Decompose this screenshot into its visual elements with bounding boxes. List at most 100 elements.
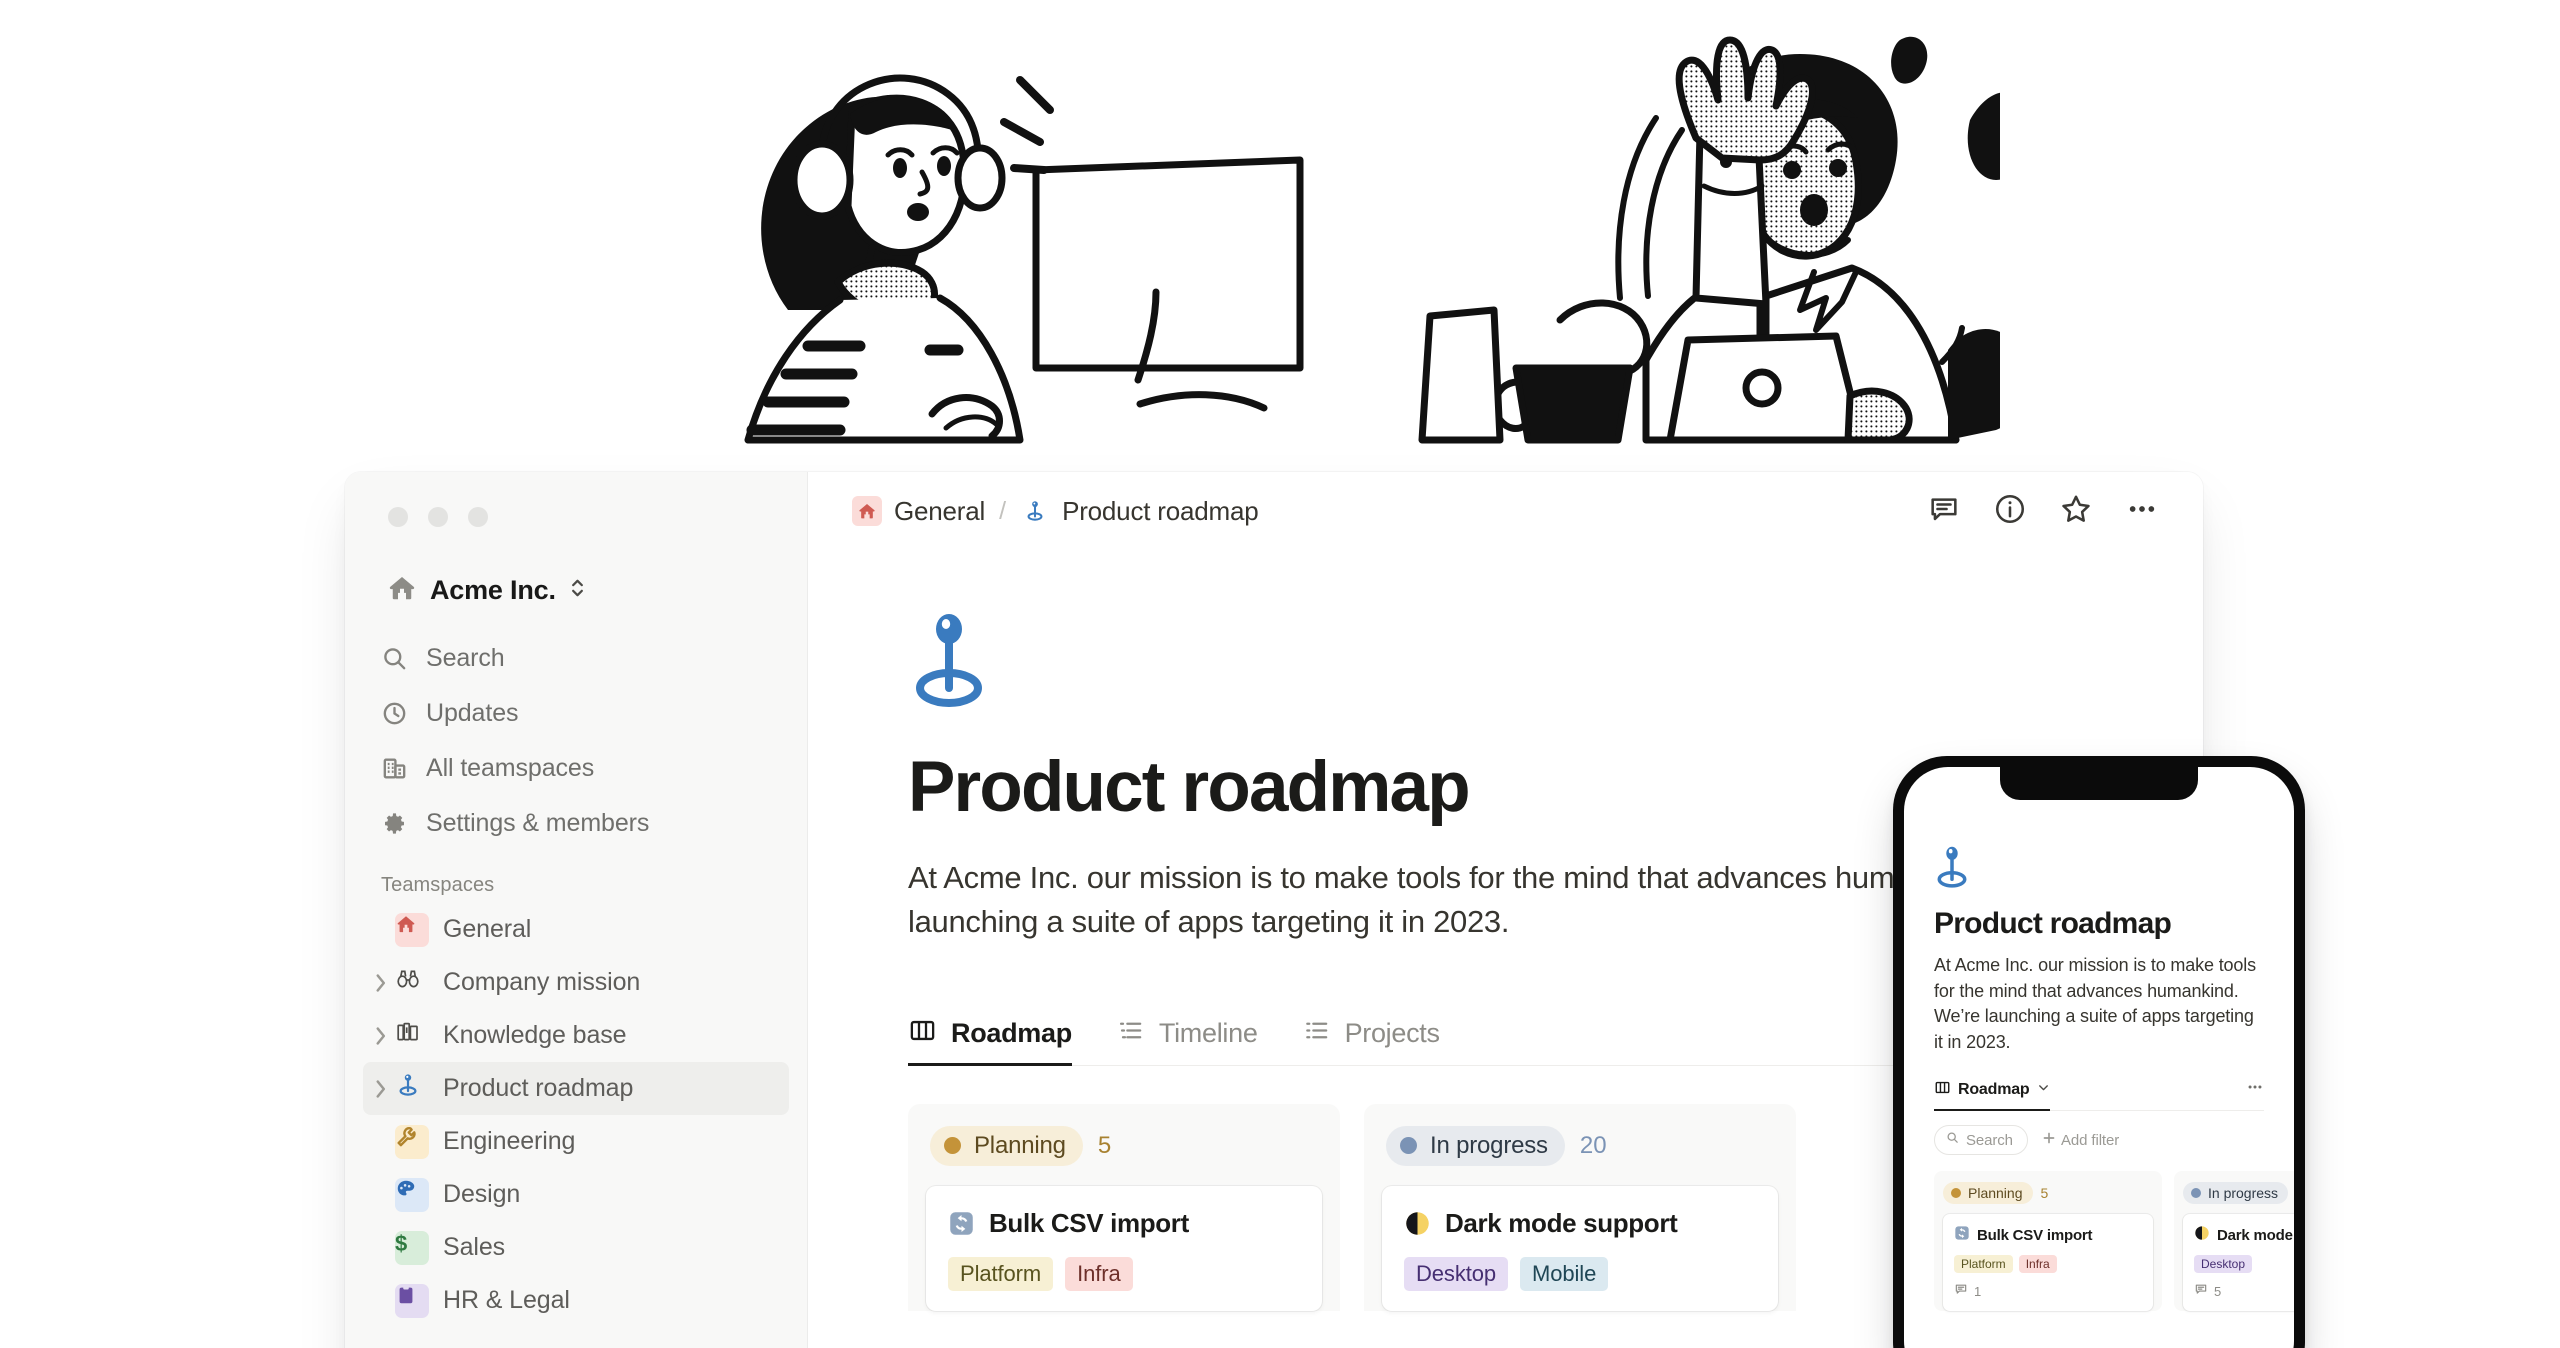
list-icon xyxy=(1302,1016,1331,1050)
teamspace-label: Sales xyxy=(443,1233,506,1261)
zoom-window-button[interactable] xyxy=(468,507,488,527)
close-window-button[interactable] xyxy=(388,507,408,527)
teamspace-label: Company mission xyxy=(443,968,641,996)
card-tags: Platform Infra xyxy=(1954,1255,2142,1274)
minimize-window-button[interactable] xyxy=(428,507,448,527)
status-dot-icon xyxy=(2191,1188,2201,1199)
teamspace-label: Design xyxy=(443,1180,521,1208)
column-name: Planning xyxy=(974,1131,1066,1159)
sidebar-item-sales[interactable]: $ Sales xyxy=(363,1221,789,1274)
wrench-emoji-icon xyxy=(395,1124,429,1159)
tag[interactable]: Desktop xyxy=(1404,1256,1509,1291)
teamspace-label: Knowledge base xyxy=(443,1021,627,1049)
status-badge[interactable]: Planning xyxy=(1943,1182,2033,1205)
breadcrumb-item-product-roadmap[interactable]: Product roadmap xyxy=(1020,495,1259,527)
sidebar-item-label: Settings & members xyxy=(426,809,650,837)
search-icon xyxy=(1946,1131,1959,1149)
building-icon xyxy=(381,755,408,782)
teamspace-label: Engineering xyxy=(443,1127,576,1155)
column-name: Planning xyxy=(1968,1185,2023,1202)
card-title: Bulk CSV import xyxy=(1977,1227,2093,1245)
tag[interactable]: Desktop xyxy=(2194,1255,2253,1274)
phone-notch xyxy=(2000,767,2198,800)
star-icon[interactable] xyxy=(2059,492,2093,531)
phone-tab-roadmap[interactable]: Roadmap xyxy=(1934,1079,2050,1111)
chevron-up-down-icon xyxy=(569,576,586,605)
sidebar-item-label: All teamspaces xyxy=(426,754,595,782)
sidebar-item-label: Updates xyxy=(426,699,519,727)
phone-page-title: Product roadmap xyxy=(1934,907,2172,940)
search-input[interactable]: Search xyxy=(1934,1125,2028,1156)
breadcrumb-label: General xyxy=(894,495,986,526)
phone-tab-label: Roadmap xyxy=(1958,1080,2030,1098)
sidebar-item-engineering[interactable]: Engineering xyxy=(363,1115,789,1168)
card-title-row: Bulk CSV import xyxy=(948,1208,1300,1239)
half-moon-emoji-icon xyxy=(2194,1225,2210,1246)
workspace-name: Acme Inc. xyxy=(430,575,556,605)
sidebar-item-general[interactable]: General xyxy=(363,903,789,956)
tag[interactable]: Platform xyxy=(948,1256,1054,1291)
phone-board-card[interactable]: Bulk CSV import Platform Infra 1 xyxy=(1943,1214,2153,1312)
board-card[interactable]: Bulk CSV import Platform Infra xyxy=(926,1185,1322,1311)
info-icon[interactable] xyxy=(1993,492,2027,531)
tag[interactable]: Infra xyxy=(1065,1256,1133,1291)
teamspace-label: HR & Legal xyxy=(443,1286,570,1314)
tag[interactable]: Infra xyxy=(2018,1255,2057,1274)
breadcrumb-label: Product roadmap xyxy=(1062,495,1259,526)
screenshot-root: Acme Inc. Search Updates All teamspaces … xyxy=(0,0,2560,1348)
sidebar-item-design[interactable]: Design xyxy=(363,1168,789,1221)
tab-label: Projects xyxy=(1344,1017,1440,1048)
sidebar-item-knowledge-base[interactable]: Knowledge base xyxy=(363,1009,789,1062)
location-pin-emoji-icon xyxy=(1020,496,1050,526)
sidebar-item-company-mission[interactable]: Company mission xyxy=(363,956,789,1009)
phone-document-body: Product roadmap At Acme Inc. our mission… xyxy=(1904,767,2294,1312)
tab-label: Roadmap xyxy=(951,1017,1072,1048)
status-badge[interactable]: In progress xyxy=(1386,1125,1565,1166)
phone-kanban-board: Planning 5 Bulk CSV import Platform Infr… xyxy=(1934,1171,2294,1312)
house-emoji-icon xyxy=(395,912,429,947)
teamspaces-list: General Company mission Knowledge base P… xyxy=(345,903,807,1327)
phone-board-column-planning: Planning 5 Bulk CSV import Platform Infr… xyxy=(1934,1171,2162,1312)
figure-waving xyxy=(1418,36,1965,444)
tag[interactable]: Mobile xyxy=(1520,1256,1609,1291)
phone-mockup: Product roadmap At Acme Inc. our mission… xyxy=(1893,756,2305,1348)
card-title-row: Dark mode support xyxy=(2194,1225,2294,1246)
plus-icon xyxy=(2042,1131,2056,1150)
card-comment-meta: 1 xyxy=(1954,1282,2142,1301)
sidebar-item-hr-legal[interactable]: HR & Legal xyxy=(363,1274,789,1327)
breadcrumb-item-general[interactable]: General xyxy=(852,496,985,527)
phone-board-card[interactable]: Dark mode support Desktop xyxy=(2183,1214,2294,1312)
more-options-icon[interactable] xyxy=(2246,1078,2264,1109)
sidebar-item-all-teamspaces[interactable]: All teamspaces xyxy=(363,741,789,796)
more-options-icon[interactable] xyxy=(2125,492,2159,531)
chevron-right-icon[interactable] xyxy=(367,1025,393,1047)
status-dot-icon xyxy=(944,1137,961,1155)
tag[interactable]: Platform xyxy=(1954,1255,2013,1274)
comment-count: 1 xyxy=(1974,1284,1982,1300)
tab-projects[interactable]: Projects xyxy=(1302,1016,1440,1066)
chevron-right-icon[interactable] xyxy=(367,972,393,994)
teamspace-label: Product roadmap xyxy=(443,1074,634,1102)
sidebar-item-label: Search xyxy=(426,644,505,672)
search-icon xyxy=(381,645,408,672)
comment-icon[interactable] xyxy=(1927,492,1961,531)
chevron-right-icon[interactable] xyxy=(367,1078,393,1100)
page-icon[interactable] xyxy=(1934,845,2264,894)
board-card[interactable]: Dark mode support Desktop Mobile xyxy=(1382,1185,1778,1311)
phone-column-header: Planning 5 xyxy=(1943,1182,2153,1205)
sidebar-item-settings-members[interactable]: Settings & members xyxy=(363,796,789,851)
comment-icon xyxy=(2194,1282,2208,1301)
clipboard-emoji-icon xyxy=(395,1283,429,1318)
column-header: In progress 20 xyxy=(1382,1125,1778,1166)
tab-timeline[interactable]: Timeline xyxy=(1116,1016,1258,1066)
status-badge[interactable]: In progress xyxy=(2183,1182,2289,1205)
add-filter-button[interactable]: Add filter xyxy=(2042,1131,2119,1150)
figure-pencil-book xyxy=(1948,92,2000,440)
sidebar-item-product-roadmap[interactable]: Product roadmap xyxy=(363,1062,789,1115)
page-icon[interactable] xyxy=(908,610,2203,715)
workspace-switcher[interactable]: Acme Inc. xyxy=(381,568,594,613)
sidebar-item-search[interactable]: Search xyxy=(363,631,789,686)
status-badge[interactable]: Planning xyxy=(930,1125,1083,1166)
sidebar-item-updates[interactable]: Updates xyxy=(363,686,789,741)
tab-roadmap[interactable]: Roadmap xyxy=(908,1016,1072,1067)
